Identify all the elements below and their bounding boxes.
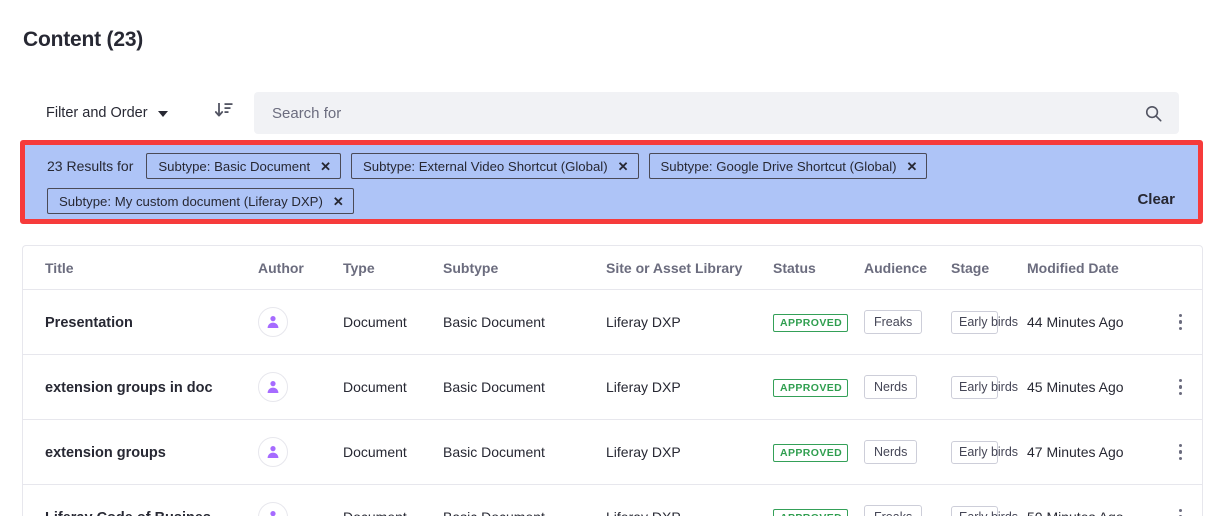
table-row[interactable]: extension groups Document Basic Document…: [23, 419, 1202, 485]
cell-type: Document: [343, 289, 443, 355]
filter-chip-label: Subtype: Basic Document: [158, 158, 311, 174]
cell-type: Document: [343, 354, 443, 420]
status-badge: APPROVED: [773, 443, 849, 462]
stage-badge: Early birds: [951, 505, 1018, 516]
close-icon[interactable]: ✕: [320, 160, 331, 173]
filter-chip[interactable]: Subtype: Basic Document ✕: [146, 153, 342, 179]
cell-modified-date: 44 Minutes Ago: [1027, 289, 1157, 355]
table-row[interactable]: extension groups in doc Document Basic D…: [23, 354, 1202, 420]
cell-subtype: Basic Document: [443, 289, 606, 355]
stage-badge: Early birds: [951, 440, 1018, 464]
column-header-stage[interactable]: Stage: [951, 246, 1027, 290]
active-filters-bar: 23 Results for Subtype: Basic Document ✕…: [25, 145, 1198, 219]
results-count-label: 23 Results for: [47, 158, 134, 174]
column-header-author[interactable]: Author: [258, 246, 343, 290]
cell-modified-date: 45 Minutes Ago: [1027, 354, 1157, 420]
user-avatar-icon: [258, 437, 288, 467]
chevron-down-icon: [157, 111, 168, 117]
table-header: Title Author Type Subtype Site or Asset …: [23, 246, 1202, 290]
cell-type: Document: [343, 485, 443, 516]
status-badge: APPROVED: [773, 313, 849, 332]
filter-and-order-dropdown[interactable]: Filter and Order: [46, 96, 168, 130]
column-header-audience[interactable]: Audience: [864, 246, 951, 290]
filter-chip-label: Subtype: Google Drive Shortcut (Global): [660, 158, 897, 174]
audience-badge: Freaks: [864, 505, 923, 516]
close-icon[interactable]: ✕: [333, 195, 344, 208]
cell-type: Document: [343, 419, 443, 485]
filter-chip-label: Subtype: External Video Shortcut (Global…: [363, 158, 608, 174]
active-filters-highlight: 23 Results for Subtype: Basic Document ✕…: [20, 140, 1203, 224]
kebab-menu-icon[interactable]: [1157, 508, 1202, 516]
table-row[interactable]: Presentation Document Basic Document Lif…: [23, 289, 1202, 355]
cell-site: Liferay DXP: [606, 289, 773, 355]
table-header-row: Title Author Type Subtype Site or Asset …: [23, 246, 1202, 290]
cell-subtype: Basic Document: [443, 419, 606, 485]
search-input[interactable]: [254, 93, 1127, 133]
audience-badge: Nerds: [864, 375, 918, 399]
stage-badge: Early birds: [951, 375, 1018, 399]
kebab-menu-icon[interactable]: [1157, 313, 1202, 331]
user-avatar-icon: [258, 372, 288, 402]
content-page: Content (23) Filter and Order Search for…: [0, 0, 1223, 516]
content-table: Title Author Type Subtype Site or Asset …: [23, 246, 1202, 516]
cell-modified-date: 50 Minutes Ago: [1027, 485, 1157, 516]
search-submit-button[interactable]: [1127, 92, 1179, 134]
filter-chip-label: Subtype: My custom document (Liferay DXP…: [59, 193, 323, 209]
audience-badge: Nerds: [864, 440, 918, 464]
stage-badge: Early birds: [951, 310, 1018, 334]
search-icon: [1145, 105, 1162, 122]
column-header-site[interactable]: Site or Asset Library: [606, 246, 773, 290]
cell-site: Liferay DXP: [606, 419, 773, 485]
filter-chip-row: 23 Results for Subtype: Basic Document ✕…: [25, 153, 1198, 214]
page-title: Content (23): [23, 28, 144, 51]
column-header-status[interactable]: Status: [773, 246, 864, 290]
kebab-menu-icon[interactable]: [1157, 378, 1202, 396]
column-header-type[interactable]: Type: [343, 246, 443, 290]
close-icon[interactable]: ✕: [618, 160, 629, 173]
cell-title[interactable]: Liferay Code of Busines: [45, 510, 211, 516]
user-avatar-icon: [258, 307, 288, 337]
sort-descending-button[interactable]: [208, 94, 240, 126]
user-avatar-icon: [258, 502, 288, 516]
cell-modified-date: 47 Minutes Ago: [1027, 419, 1157, 485]
filter-and-order-label: Filter and Order: [46, 105, 148, 121]
cell-subtype: Basic Document: [443, 354, 606, 420]
cell-subtype: Basic Document: [443, 485, 606, 516]
audience-badge: Freaks: [864, 310, 923, 334]
status-badge: APPROVED: [773, 508, 849, 516]
column-header-actions: [1157, 246, 1202, 290]
column-header-modified-date[interactable]: Modified Date: [1027, 246, 1157, 290]
search-bar[interactable]: [254, 92, 1179, 134]
kebab-menu-icon[interactable]: [1157, 443, 1202, 461]
cell-title[interactable]: Presentation: [45, 315, 133, 331]
close-icon[interactable]: ✕: [907, 160, 918, 173]
filter-chip[interactable]: Subtype: Google Drive Shortcut (Global) …: [648, 153, 928, 179]
status-badge: APPROVED: [773, 378, 849, 397]
table-body: Presentation Document Basic Document Lif…: [23, 289, 1202, 516]
column-header-subtype[interactable]: Subtype: [443, 246, 606, 290]
table-row[interactable]: Liferay Code of Busines Document Basic D…: [23, 485, 1202, 516]
column-header-title[interactable]: Title: [23, 246, 258, 290]
cell-title[interactable]: extension groups: [45, 445, 166, 461]
toolbar: Filter and Order: [0, 92, 1223, 134]
filter-chip[interactable]: Subtype: External Video Shortcut (Global…: [351, 153, 639, 179]
cell-site: Liferay DXP: [606, 354, 773, 420]
content-table-card: Title Author Type Subtype Site or Asset …: [22, 245, 1203, 516]
cell-site: Liferay DXP: [606, 485, 773, 516]
clear-filters-link[interactable]: Clear: [1137, 191, 1175, 208]
filter-chip[interactable]: Subtype: My custom document (Liferay DXP…: [47, 188, 354, 214]
cell-title[interactable]: extension groups in doc: [45, 380, 213, 396]
sort-descending-icon: [214, 103, 233, 117]
